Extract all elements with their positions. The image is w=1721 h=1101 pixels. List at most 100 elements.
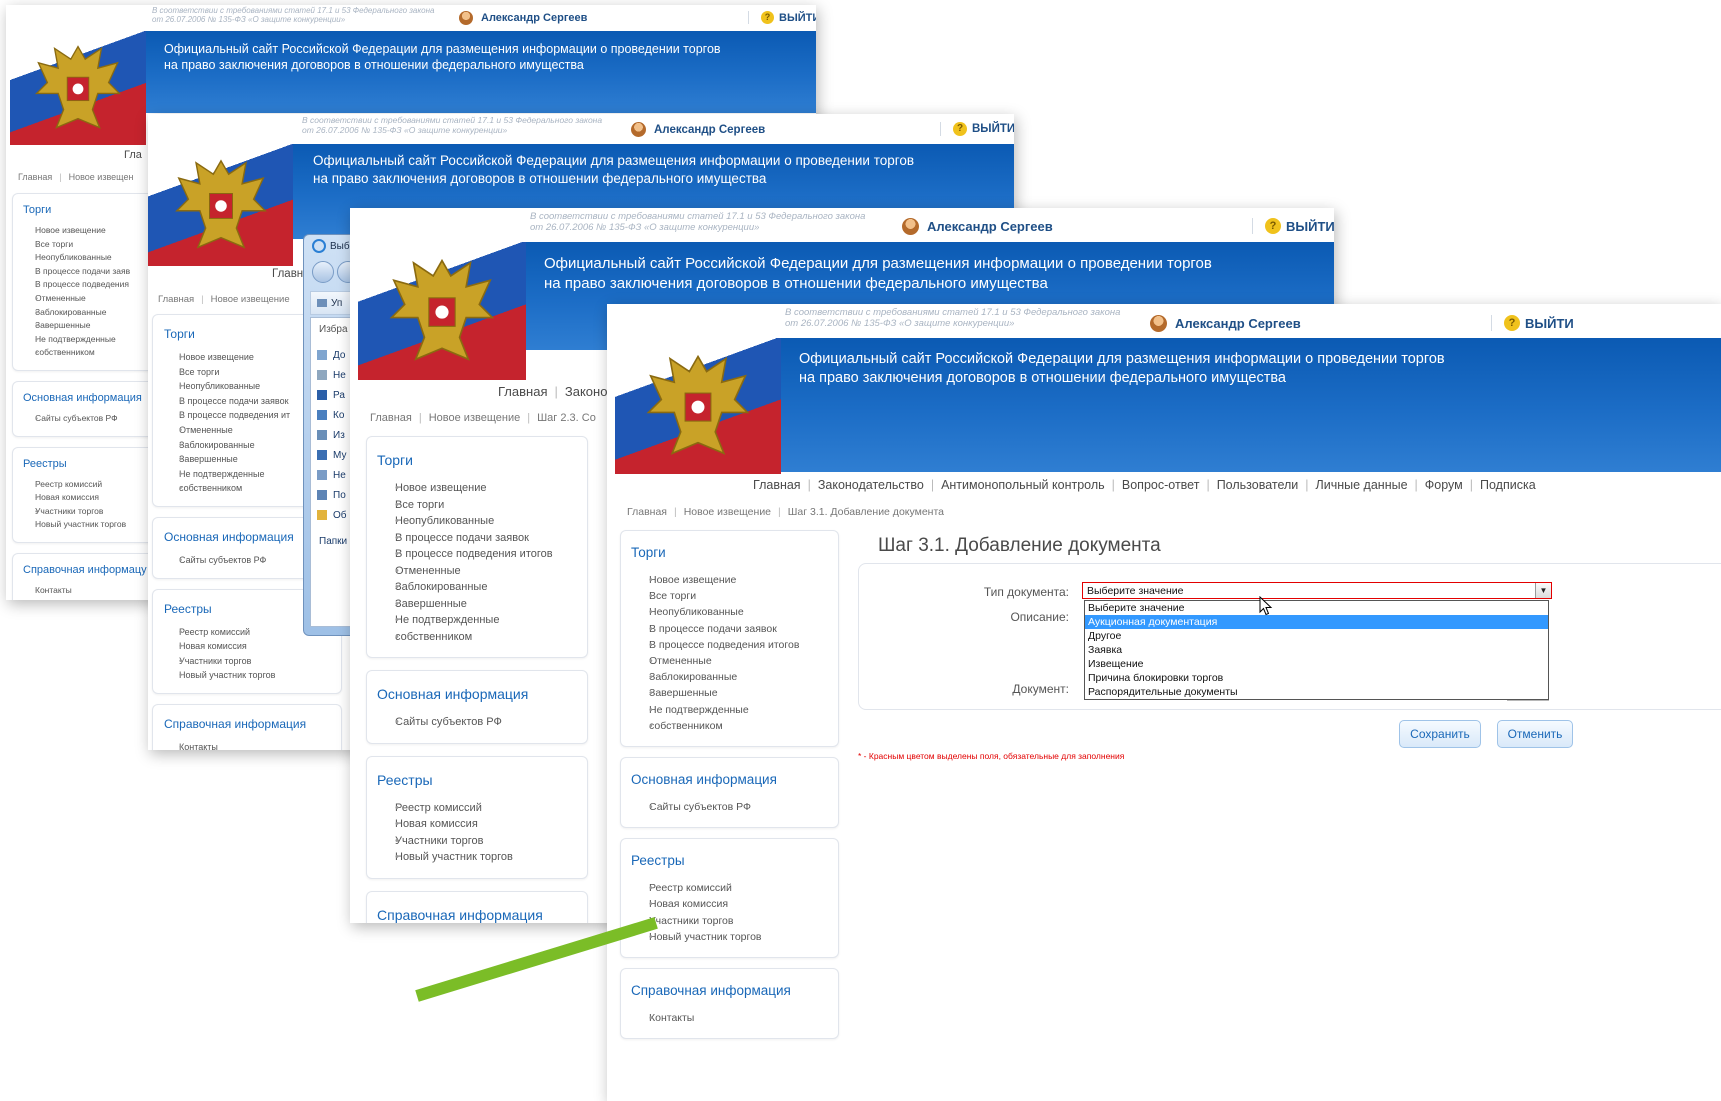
crumb-home[interactable]: Главная: [627, 506, 667, 518]
sidebar-item-unpublished[interactable]: Неопубликованные: [23, 251, 161, 265]
dialog-item[interactable]: Му: [317, 446, 347, 466]
sidebar-item-contacts[interactable]: Контакты: [631, 1010, 838, 1026]
dropdown-arrow-icon[interactable]: ▼: [1535, 583, 1551, 598]
sidebar-item-new-notice[interactable]: Новое извещение: [23, 224, 161, 238]
sidebar-item-submitting[interactable]: В процессе подачи заяв: [23, 265, 161, 279]
logout-button[interactable]: ?ВЫЙТИ: [940, 122, 1014, 136]
sidebar-item-unpublished[interactable]: Неопубликованные: [377, 513, 587, 530]
crumb-notice[interactable]: Новое извещение: [429, 412, 520, 424]
sidebar-item-all[interactable]: Все торги: [23, 238, 161, 252]
sidebar-item-new-participant[interactable]: Новый участник торгов: [377, 849, 587, 866]
logout-button[interactable]: ?ВЫЙТИ: [1491, 315, 1574, 331]
sidebar-item-new-notice[interactable]: Новое извещение: [377, 480, 587, 497]
user-name[interactable]: Александр Сергеев: [1150, 315, 1301, 332]
sidebar-item-finished[interactable]: Завершенные: [23, 319, 161, 333]
sidebar-item-finished[interactable]: Завершенные: [631, 685, 838, 701]
option[interactable]: Другое: [1085, 629, 1548, 643]
sidebar-item-commissions[interactable]: Реестр комиссий: [377, 800, 587, 817]
nav-home[interactable]: Главная: [498, 384, 547, 399]
sidebar-item-unconfirmed[interactable]: Не подтвержденные: [377, 612, 587, 629]
sidebar-item-unconfirmed-2[interactable]: собственником: [23, 346, 161, 360]
dialog-item[interactable]: Из: [317, 426, 347, 446]
sidebar-item-unpublished[interactable]: Неопубликованные: [631, 604, 838, 620]
dialog-item[interactable]: Ко: [317, 406, 347, 426]
sidebar-item-contacts[interactable]: Контакты: [164, 740, 341, 750]
nav-subscribe[interactable]: Подписка: [1480, 478, 1536, 492]
sidebar-item-new-commission[interactable]: Новая комиссия: [23, 491, 161, 505]
sidebar-item-cancelled[interactable]: Отмененные: [631, 653, 838, 669]
sidebar-item-new-commission[interactable]: Новая комиссия: [377, 816, 587, 833]
crumb-notice[interactable]: Новое извещение: [684, 506, 771, 518]
nav-personal[interactable]: Личные данные: [1316, 478, 1408, 492]
user-name[interactable]: Александр Сергеев: [631, 122, 765, 137]
dialog-item[interactable]: До: [317, 346, 347, 366]
sidebar-item-new-commission[interactable]: Новая комиссия: [631, 896, 838, 912]
sidebar-item-finished[interactable]: Завершенные: [377, 596, 587, 613]
sidebar-item-unconfirmed[interactable]: Не подтвержденные: [631, 702, 838, 718]
dialog-item[interactable]: Ра: [317, 386, 347, 406]
sidebar-item-contacts[interactable]: Контакты: [23, 584, 161, 598]
sidebar-item-participants[interactable]: Участники торгов: [23, 505, 161, 519]
sidebar-item-regions[interactable]: Сайты субъектов РФ: [377, 714, 587, 731]
sidebar-item-blocked[interactable]: Заблокированные: [631, 669, 838, 685]
crumb-home[interactable]: Главная: [370, 412, 412, 424]
dialog-item[interactable]: По: [317, 486, 347, 506]
option[interactable]: Причина блокировки торгов: [1085, 671, 1548, 685]
option-highlighted[interactable]: Аукционная документация: [1085, 615, 1548, 629]
option[interactable]: Извещение: [1085, 657, 1548, 671]
sidebar-item-cancelled[interactable]: Отмененные: [377, 563, 587, 580]
nav-legislation[interactable]: Законодательство: [818, 478, 924, 492]
dialog-item[interactable]: Об: [317, 506, 347, 526]
organize-button[interactable]: Уп: [331, 298, 342, 309]
crumb-step[interactable]: Шаг 2.3. Со: [537, 412, 596, 424]
sidebar-item-new-commission[interactable]: Новая комиссия: [164, 639, 341, 654]
sidebar-item-submitting[interactable]: В процессе подачи заявок: [377, 530, 587, 547]
sidebar-item-new-participant[interactable]: Новый участник торгов: [23, 518, 161, 532]
sidebar-item-blocked[interactable]: Заблокированные: [23, 306, 161, 320]
nav-antimonopoly[interactable]: Антимонопольный контроль: [941, 478, 1105, 492]
sidebar-item-commissions[interactable]: Реестр комиссий: [23, 478, 161, 492]
crumb-home[interactable]: Главная: [18, 172, 52, 182]
dialog-item[interactable]: Не: [317, 366, 347, 386]
nav-home[interactable]: Главная: [753, 478, 801, 492]
sidebar-item-submitting[interactable]: В процессе подачи заявок: [631, 621, 838, 637]
nav-home[interactable]: Главн: [272, 268, 303, 280]
sidebar-item-all[interactable]: Все торги: [631, 588, 838, 604]
sidebar-item-participants[interactable]: Участники торгов: [377, 833, 587, 850]
sidebar-item-participants[interactable]: Участники торгов: [631, 913, 838, 929]
nav-legislation[interactable]: Законо: [565, 384, 608, 399]
sidebar-item-unconfirmed-2[interactable]: собственником: [377, 629, 587, 646]
doc-type-select[interactable]: Выберите значение ▼: [1082, 582, 1552, 599]
nav-forum[interactable]: Форум: [1425, 478, 1463, 492]
sidebar-item-summing[interactable]: В процессе подведения: [23, 278, 161, 292]
sidebar-item-summing[interactable]: В процессе подведения итогов: [631, 637, 838, 653]
dialog-item[interactable]: Не: [317, 466, 347, 486]
crumb-notice[interactable]: Новое извещение: [211, 294, 290, 305]
sidebar-item-summing[interactable]: В процессе подведения итогов: [377, 546, 587, 563]
crumb-notice[interactable]: Новое извещен: [69, 172, 134, 182]
back-icon[interactable]: [312, 261, 334, 283]
sidebar-item-new-participant[interactable]: Новый участник торгов: [631, 929, 838, 945]
cancel-button[interactable]: Отменить: [1497, 720, 1573, 748]
logout-button[interactable]: ?ВЫЙТИ: [748, 11, 816, 24]
crumb-home[interactable]: Главная: [158, 294, 194, 305]
sidebar-item-cancelled[interactable]: Отмененные: [23, 292, 161, 306]
sidebar-item-commissions[interactable]: Реестр комиссий: [631, 880, 838, 896]
option[interactable]: Выберите значение: [1085, 601, 1548, 615]
sidebar-item-all[interactable]: Все торги: [377, 497, 587, 514]
sidebar-item-regions[interactable]: Сайты субъектов РФ: [631, 799, 838, 815]
option[interactable]: Распорядительные документы: [1085, 685, 1548, 699]
sidebar-item-new-participant[interactable]: Новый участник торгов: [164, 668, 341, 683]
option[interactable]: Заявка: [1085, 643, 1548, 657]
sidebar-item-unconfirmed-2[interactable]: собственником: [631, 718, 838, 734]
user-name[interactable]: Александр Сергеев: [902, 218, 1053, 235]
sidebar-item-unconfirmed[interactable]: Не подтвержденные: [23, 333, 161, 347]
logout-button[interactable]: ?ВЫЙТИ: [1252, 218, 1334, 234]
sidebar-item-new-notice[interactable]: Новое извещение: [631, 572, 838, 588]
sidebar-item-regions[interactable]: Сайты субъектов РФ: [23, 412, 161, 426]
sidebar-item-participants[interactable]: Участники торгов: [164, 654, 341, 669]
save-button[interactable]: Сохранить: [1399, 720, 1481, 748]
nav-home[interactable]: Гла: [124, 149, 142, 161]
folders-toggle[interactable]: Папки: [319, 536, 347, 547]
nav-faq[interactable]: Вопрос-ответ: [1122, 478, 1200, 492]
